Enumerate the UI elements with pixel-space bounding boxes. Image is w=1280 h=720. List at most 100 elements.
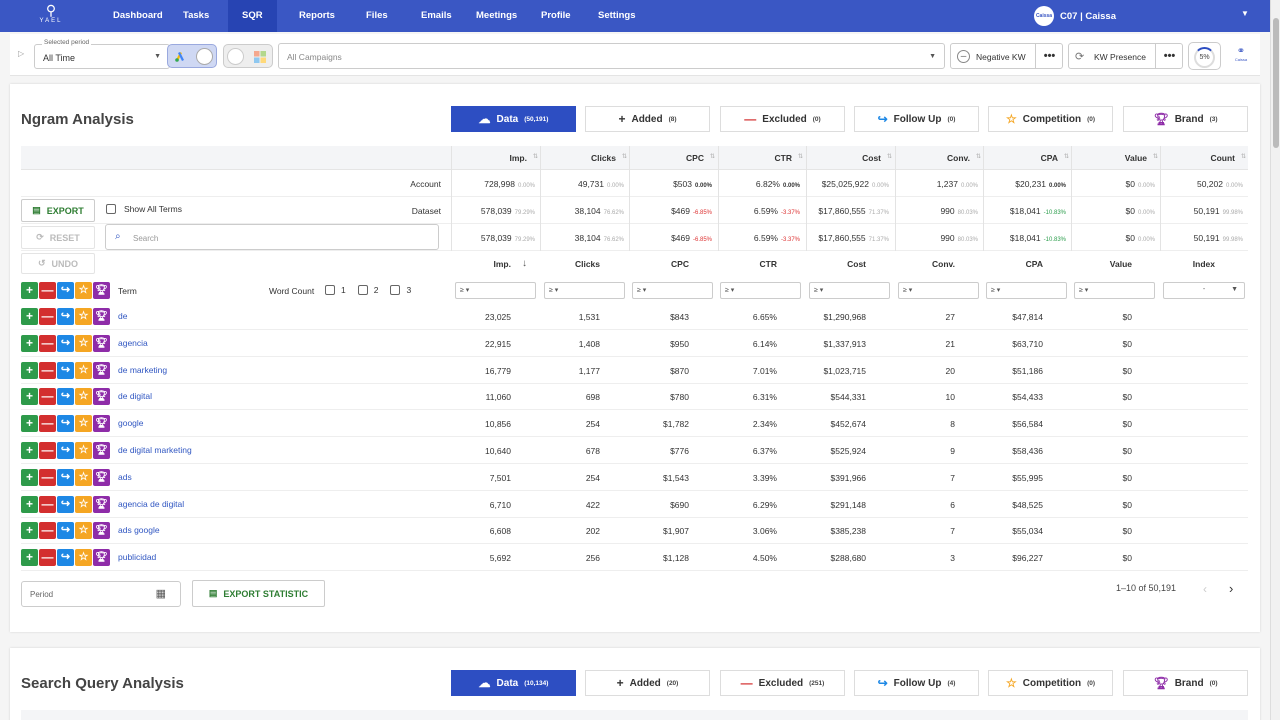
nav-dashboard[interactable]: Dashboard — [99, 0, 177, 32]
follow-up-button[interactable]: ↪ — [57, 388, 74, 406]
column-filter-input[interactable]: ≥ ▾ — [632, 282, 713, 299]
exclude-all-button[interactable]: — — [39, 282, 56, 299]
tab-competition[interactable]: ☆ Competition (0) — [988, 106, 1113, 132]
brand-button[interactable]: 🏆︎ — [93, 361, 110, 379]
add-all-button[interactable]: + — [21, 282, 38, 299]
summary-col-header[interactable]: Clicks — [540, 153, 616, 163]
follow-up-all-button[interactable]: ↪ — [57, 282, 74, 299]
campaign-select[interactable]: All Campaigns ▼ — [278, 43, 945, 69]
sqa-tab-excluded[interactable]: — Excluded (251) — [720, 670, 845, 696]
microsoft-ads-toggle[interactable] — [223, 44, 273, 68]
sort-icon[interactable]: ⇅ — [533, 153, 538, 160]
detail-col-header[interactable]: CPA — [963, 259, 1043, 269]
detail-col-header[interactable]: Index — [1135, 259, 1215, 269]
summary-col-header[interactable]: CTR — [718, 153, 792, 163]
column-filter-input[interactable]: ≥ ▾ — [544, 282, 625, 299]
add-button[interactable]: + — [21, 334, 38, 352]
period-date-input[interactable]: Period ▦ — [21, 581, 181, 607]
column-filter-input[interactable]: ≥ ▾ — [986, 282, 1067, 299]
wc-3-checkbox[interactable] — [390, 285, 401, 295]
sqa-tab-added[interactable]: + Added (20) — [585, 670, 710, 696]
sqa-tab-brand[interactable]: 🏆︎ Brand (0) — [1123, 670, 1248, 696]
brand-button[interactable]: 🏆︎ — [93, 468, 110, 486]
follow-up-button[interactable]: ↪ — [57, 549, 74, 567]
column-filter-input[interactable]: ≥ ▾ — [809, 282, 890, 299]
exclude-button[interactable]: — — [39, 361, 56, 379]
summary-col-header[interactable]: CPA — [983, 153, 1058, 163]
period-select[interactable]: All Time ▼ — [34, 44, 170, 69]
competition-button[interactable]: ☆ — [75, 361, 92, 379]
detail-col-header[interactable]: CPC — [609, 259, 689, 269]
more-options-icon[interactable]: ••• — [1035, 44, 1063, 68]
sqa-tab-follow-up[interactable]: ↪ Follow Up (4) — [854, 670, 979, 696]
summary-col-header[interactable]: Conv. — [895, 153, 970, 163]
brand-button[interactable]: 🏆︎ — [93, 334, 110, 352]
summary-col-header[interactable]: Cost — [806, 153, 881, 163]
add-button[interactable]: + — [21, 442, 38, 459]
nav-emails[interactable]: Emails — [407, 0, 466, 32]
nav-tasks[interactable]: Tasks — [169, 0, 223, 32]
exclude-button[interactable]: — — [39, 415, 56, 433]
competition-button[interactable]: ☆ — [75, 308, 92, 325]
competition-button[interactable]: ☆ — [75, 415, 92, 433]
sort-icon[interactable]: ⇅ — [887, 153, 892, 160]
nav-meetings[interactable]: Meetings — [462, 0, 531, 32]
competition-button[interactable]: ☆ — [75, 388, 92, 406]
index-select[interactable]: - ▼ — [1163, 282, 1245, 299]
nav-files[interactable]: Files — [352, 0, 402, 32]
kw-presence-button[interactable]: ⟳ KW Presence ••• — [1068, 43, 1183, 69]
next-page-icon[interactable]: › — [1229, 581, 1233, 596]
wc-2-checkbox[interactable] — [357, 285, 368, 295]
follow-up-button[interactable]: ↪ — [57, 442, 74, 459]
exclude-button[interactable]: — — [39, 495, 56, 513]
nav-profile[interactable]: Profile — [527, 0, 585, 32]
show-all-terms-checkbox[interactable] — [106, 204, 116, 214]
negative-kw-button[interactable]: – Negative KW ••• — [950, 43, 1063, 69]
column-filter-input[interactable]: ≥ ▾ — [720, 282, 801, 299]
reset-button[interactable]: ⟳ RESET — [21, 226, 95, 249]
detail-col-header[interactable]: CTR — [697, 259, 777, 269]
follow-up-button[interactable]: ↪ — [57, 415, 74, 433]
chevron-down-icon[interactable]: ▼ — [1241, 9, 1249, 18]
tab-brand[interactable]: 🏆︎ Brand (3) — [1123, 106, 1248, 132]
sqa-tab-competition[interactable]: ☆ Competition (0) — [988, 670, 1113, 696]
nav-settings[interactable]: Settings — [584, 0, 649, 32]
export-button[interactable]: ▤ EXPORT — [21, 199, 95, 222]
follow-up-button[interactable]: ↪ — [57, 495, 74, 513]
term-link[interactable]: google — [118, 418, 144, 428]
sort-icon[interactable]: ⇅ — [976, 153, 981, 160]
brand-button[interactable]: 🏆︎ — [93, 415, 110, 433]
sort-icon[interactable]: ⇅ — [1153, 153, 1158, 160]
competition-button[interactable]: ☆ — [75, 334, 92, 352]
detail-col-header[interactable]: Clicks — [520, 259, 600, 269]
add-button[interactable]: + — [21, 522, 38, 540]
brand-button[interactable]: 🏆︎ — [93, 522, 110, 540]
exclude-button[interactable]: — — [39, 442, 56, 459]
follow-up-button[interactable]: ↪ — [57, 308, 74, 325]
detail-col-header[interactable]: Value — [1052, 259, 1132, 269]
detail-col-header[interactable]: Conv. — [875, 259, 955, 269]
yael-logo[interactable]: ⚲ YAEL — [36, 2, 66, 32]
term-link[interactable]: ads — [118, 472, 132, 482]
summary-col-header[interactable]: CPC — [629, 153, 704, 163]
brand-button[interactable]: 🏆︎ — [93, 388, 110, 406]
scrollbar-thumb[interactable] — [1273, 18, 1279, 148]
exclude-button[interactable]: — — [39, 549, 56, 567]
brand-all-button[interactable]: 🏆︎ — [93, 282, 110, 299]
add-button[interactable]: + — [21, 495, 38, 513]
sort-icon[interactable]: ⇅ — [622, 153, 627, 160]
term-link[interactable]: agencia — [118, 338, 148, 348]
account-switcher[interactable]: Caissa C07 | Caissa — [1034, 5, 1116, 27]
competition-button[interactable]: ☆ — [75, 495, 92, 513]
follow-up-button[interactable]: ↪ — [57, 361, 74, 379]
nav-sqr[interactable]: SQR — [228, 0, 277, 32]
column-filter-input[interactable]: ≥ ▾ — [898, 282, 979, 299]
sort-desc-icon[interactable]: ↓ — [522, 258, 527, 269]
competition-all-button[interactable]: ☆ — [75, 282, 92, 299]
summary-col-header[interactable]: Value — [1071, 153, 1147, 163]
detail-col-header[interactable]: Imp. — [431, 259, 511, 269]
brand-button[interactable]: 🏆︎ — [93, 549, 110, 567]
term-link[interactable]: ads google — [118, 525, 160, 535]
more-options-icon[interactable]: ••• — [1155, 44, 1183, 68]
tab-excluded[interactable]: — Excluded (0) — [720, 106, 845, 132]
